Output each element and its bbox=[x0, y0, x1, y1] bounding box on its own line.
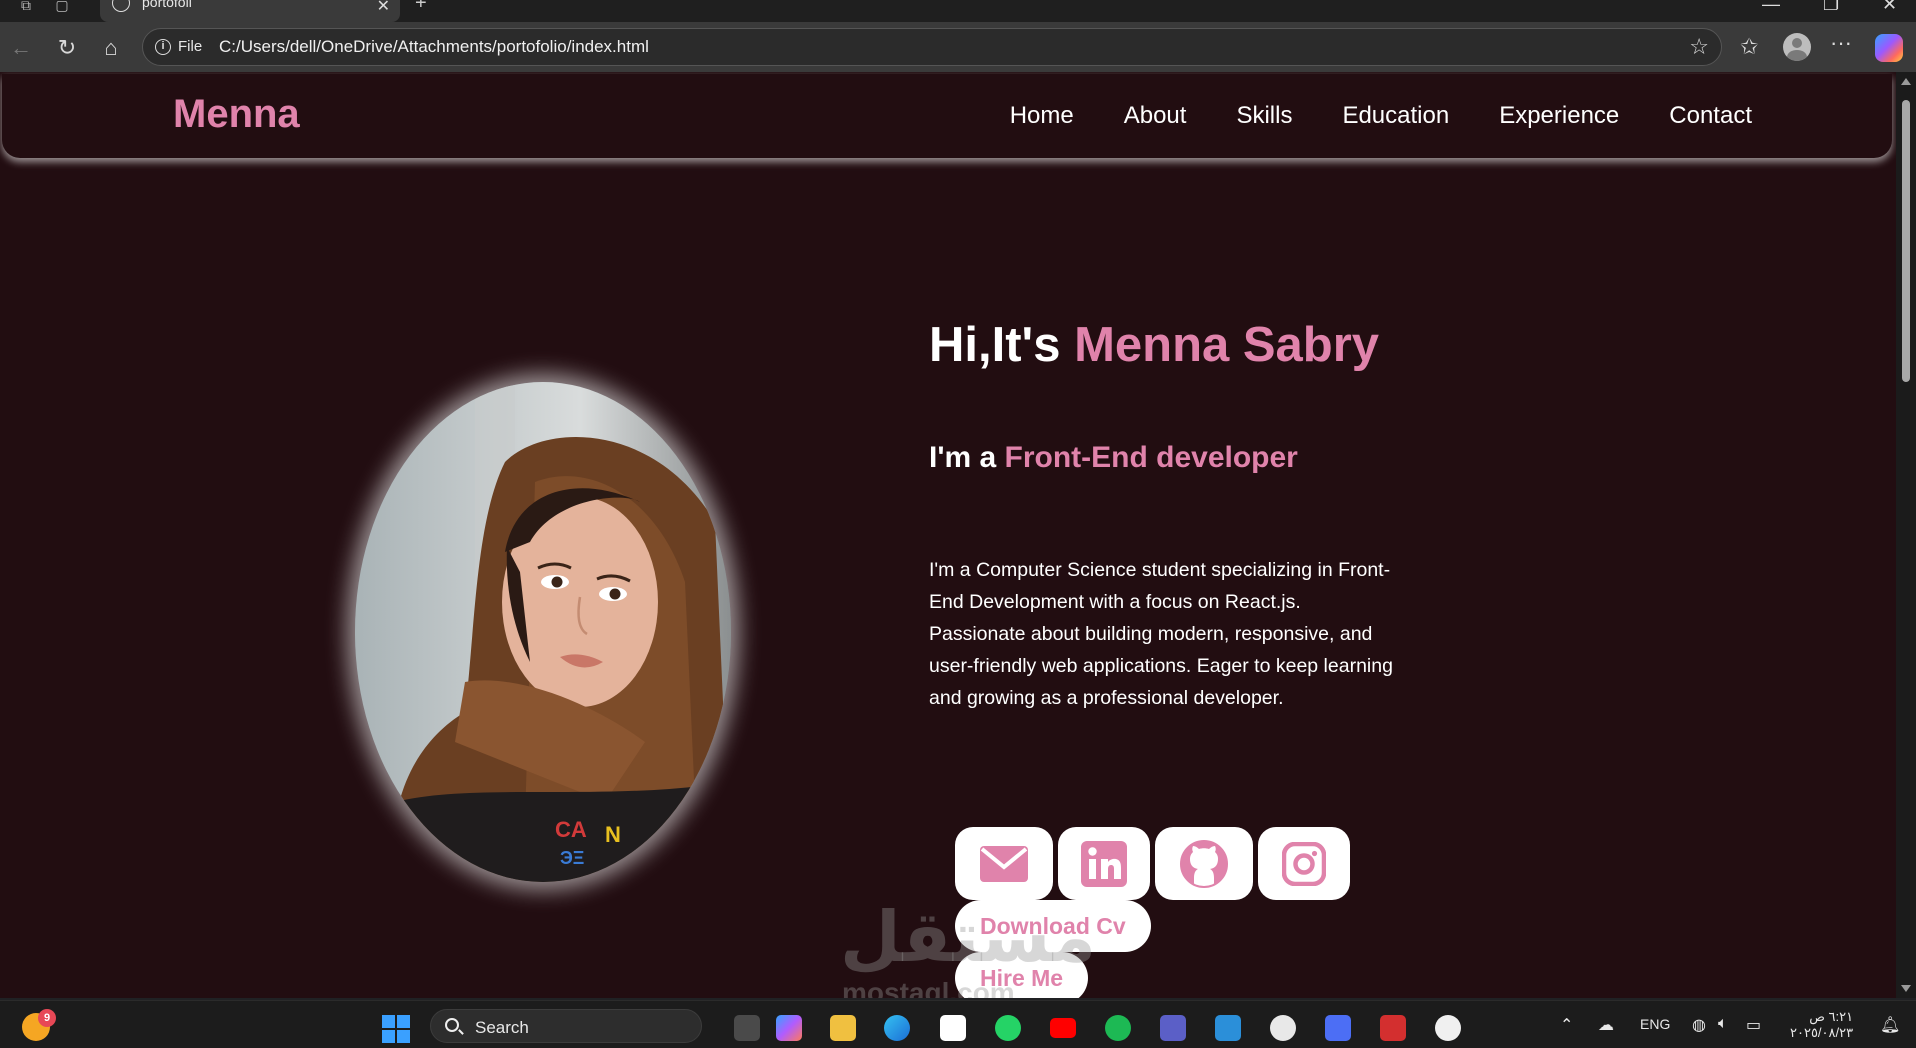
oracle-icon[interactable] bbox=[1380, 1015, 1406, 1041]
main-nav: Home About Skills Education Experience C… bbox=[1010, 102, 1752, 130]
hero-role: Front-End developer bbox=[1004, 441, 1298, 474]
notification-badge: 9 bbox=[38, 1009, 56, 1027]
svg-text:CA: CA bbox=[555, 817, 587, 842]
linkedin-icon bbox=[1081, 840, 1127, 887]
nav-home[interactable]: Home bbox=[1010, 102, 1074, 130]
hero-subtitle: I'm a Front-End developer bbox=[929, 441, 1298, 475]
edge-icon[interactable] bbox=[884, 1015, 910, 1041]
volume-icon[interactable]: 🔈︎ bbox=[1718, 1015, 1728, 1033]
tab-strip: ⧉ ▢ portofoli ✕ + — ❐ ✕ bbox=[0, 0, 1916, 22]
teams-icon[interactable] bbox=[1160, 1015, 1186, 1041]
back-icon[interactable]: ← bbox=[8, 36, 34, 62]
nav-contact[interactable]: Contact bbox=[1669, 102, 1752, 130]
nav-about[interactable]: About bbox=[1124, 102, 1187, 130]
tray-overflow-icon[interactable]: ⌃ bbox=[1560, 1015, 1573, 1035]
language-indicator[interactable]: ENG bbox=[1640, 1016, 1670, 1032]
minimize-icon[interactable]: — bbox=[1762, 0, 1780, 15]
battery-icon[interactable]: ▭ bbox=[1746, 1015, 1761, 1035]
tab-actions-icon[interactable]: ▢ bbox=[48, 0, 76, 14]
youtube-icon[interactable] bbox=[1050, 1018, 1076, 1038]
clock-time: ٦:٢١ ص bbox=[1809, 1009, 1854, 1024]
svg-text:N: N bbox=[605, 822, 621, 847]
clock-date: ٢٠٢٥/٠٨/٢٣ bbox=[1790, 1025, 1854, 1040]
workspaces-icon[interactable]: ⧉ bbox=[12, 0, 40, 14]
maximize-icon[interactable]: ❐ bbox=[1823, 0, 1839, 15]
file-chip: File bbox=[178, 38, 203, 55]
windows-start-icon[interactable] bbox=[382, 1015, 410, 1043]
taskbar: 9 Search ⌃ ☁ ENG ◍ 🔈︎ ▭ ٦:٢١ ص ٢٠٢٥/٠٨/٢… bbox=[0, 1000, 1916, 1048]
clock[interactable]: ٦:٢١ ص ٢٠٢٥/٠٨/٢٣ bbox=[1790, 1009, 1853, 1041]
url-text[interactable]: C:/Users/dell/OneDrive/Attachments/porto… bbox=[219, 37, 649, 57]
hero-title: Hi,It's Menna Sabry bbox=[929, 317, 1379, 373]
nav-education[interactable]: Education bbox=[1342, 102, 1449, 130]
hero-role-prefix: I'm a bbox=[929, 441, 1005, 474]
whatsapp-icon[interactable] bbox=[995, 1015, 1021, 1041]
reload-icon[interactable]: ↻ bbox=[54, 36, 80, 62]
taskbar-search-label: Search bbox=[475, 1018, 529, 1037]
page-scrollbar[interactable] bbox=[1896, 72, 1916, 998]
star-icon[interactable]: ☆ bbox=[1689, 34, 1709, 60]
email-button[interactable] bbox=[955, 827, 1053, 900]
new-tab-button[interactable]: + bbox=[415, 0, 427, 15]
social-links bbox=[955, 827, 1350, 900]
svg-text:ЭΞ: ЭΞ bbox=[560, 848, 584, 868]
taskbar-search[interactable]: Search bbox=[430, 1009, 702, 1043]
hero-name: Menna Sabry bbox=[1074, 318, 1380, 372]
page-viewport: Menna Home About Skills Education Experi… bbox=[0, 72, 1896, 998]
globe-icon bbox=[112, 0, 130, 12]
profile-icon[interactable] bbox=[1783, 33, 1811, 61]
hero-greeting: Hi,It's bbox=[929, 318, 1075, 372]
scroll-thumb[interactable] bbox=[1902, 100, 1910, 382]
spotify-icon[interactable] bbox=[1105, 1015, 1131, 1041]
search-icon bbox=[445, 1018, 459, 1032]
info-icon[interactable]: i bbox=[155, 39, 171, 55]
file-explorer-icon[interactable] bbox=[830, 1015, 856, 1041]
browser-tab[interactable]: portofoli ✕ bbox=[100, 0, 400, 22]
network-icon[interactable]: ◍ bbox=[1692, 1015, 1706, 1035]
scroll-down-icon[interactable] bbox=[1901, 985, 1911, 992]
nav-skills[interactable]: Skills bbox=[1236, 102, 1292, 130]
watermark-url: mostaql.com bbox=[842, 977, 1015, 998]
hero-bio: I'm a Computer Science student specializ… bbox=[929, 559, 1393, 709]
github-icon bbox=[1180, 839, 1228, 888]
copilot-app-icon[interactable] bbox=[776, 1015, 802, 1041]
envelope-icon bbox=[980, 845, 1028, 882]
vscode-icon[interactable] bbox=[1215, 1015, 1241, 1041]
instagram-icon bbox=[1282, 841, 1326, 886]
address-bar[interactable]: i File C:/Users/dell/OneDrive/Attachment… bbox=[142, 28, 1722, 66]
profile-photo: CA N ЭΞ bbox=[355, 382, 731, 882]
instagram-button[interactable] bbox=[1258, 827, 1350, 900]
notifications-bell-icon[interactable]: 🔔︎ bbox=[1880, 1015, 1900, 1035]
favorites-icon[interactable]: ✩ bbox=[1740, 34, 1758, 60]
tab-title: portofoli bbox=[142, 0, 192, 10]
github-desktop-icon[interactable] bbox=[1435, 1015, 1461, 1041]
close-window-icon[interactable]: ✕ bbox=[1882, 0, 1897, 15]
linkedin-button[interactable] bbox=[1058, 827, 1150, 900]
copilot-icon[interactable] bbox=[1875, 34, 1903, 62]
site-logo[interactable]: Menna bbox=[173, 92, 300, 137]
store-icon[interactable] bbox=[940, 1015, 966, 1041]
cloud-icon[interactable]: ☁ bbox=[1598, 1015, 1614, 1035]
more-icon[interactable]: ··· bbox=[1830, 30, 1852, 56]
browser-toolbar: ← ↻ ⌂ i File C:/Users/dell/OneDrive/Atta… bbox=[0, 22, 1916, 72]
task-view-icon[interactable] bbox=[734, 1015, 760, 1041]
home-icon[interactable]: ⌂ bbox=[98, 36, 124, 62]
site-header: Menna Home About Skills Education Experi… bbox=[2, 74, 1892, 158]
watermark-logo: مستقل bbox=[840, 898, 1097, 976]
nav-experience[interactable]: Experience bbox=[1499, 102, 1619, 130]
scroll-up-icon[interactable] bbox=[1901, 78, 1911, 85]
github-button[interactable] bbox=[1155, 827, 1253, 900]
tab-close-icon[interactable]: ✕ bbox=[377, 0, 390, 16]
chatgpt-icon[interactable] bbox=[1270, 1015, 1296, 1041]
app-icon[interactable] bbox=[1325, 1015, 1351, 1041]
